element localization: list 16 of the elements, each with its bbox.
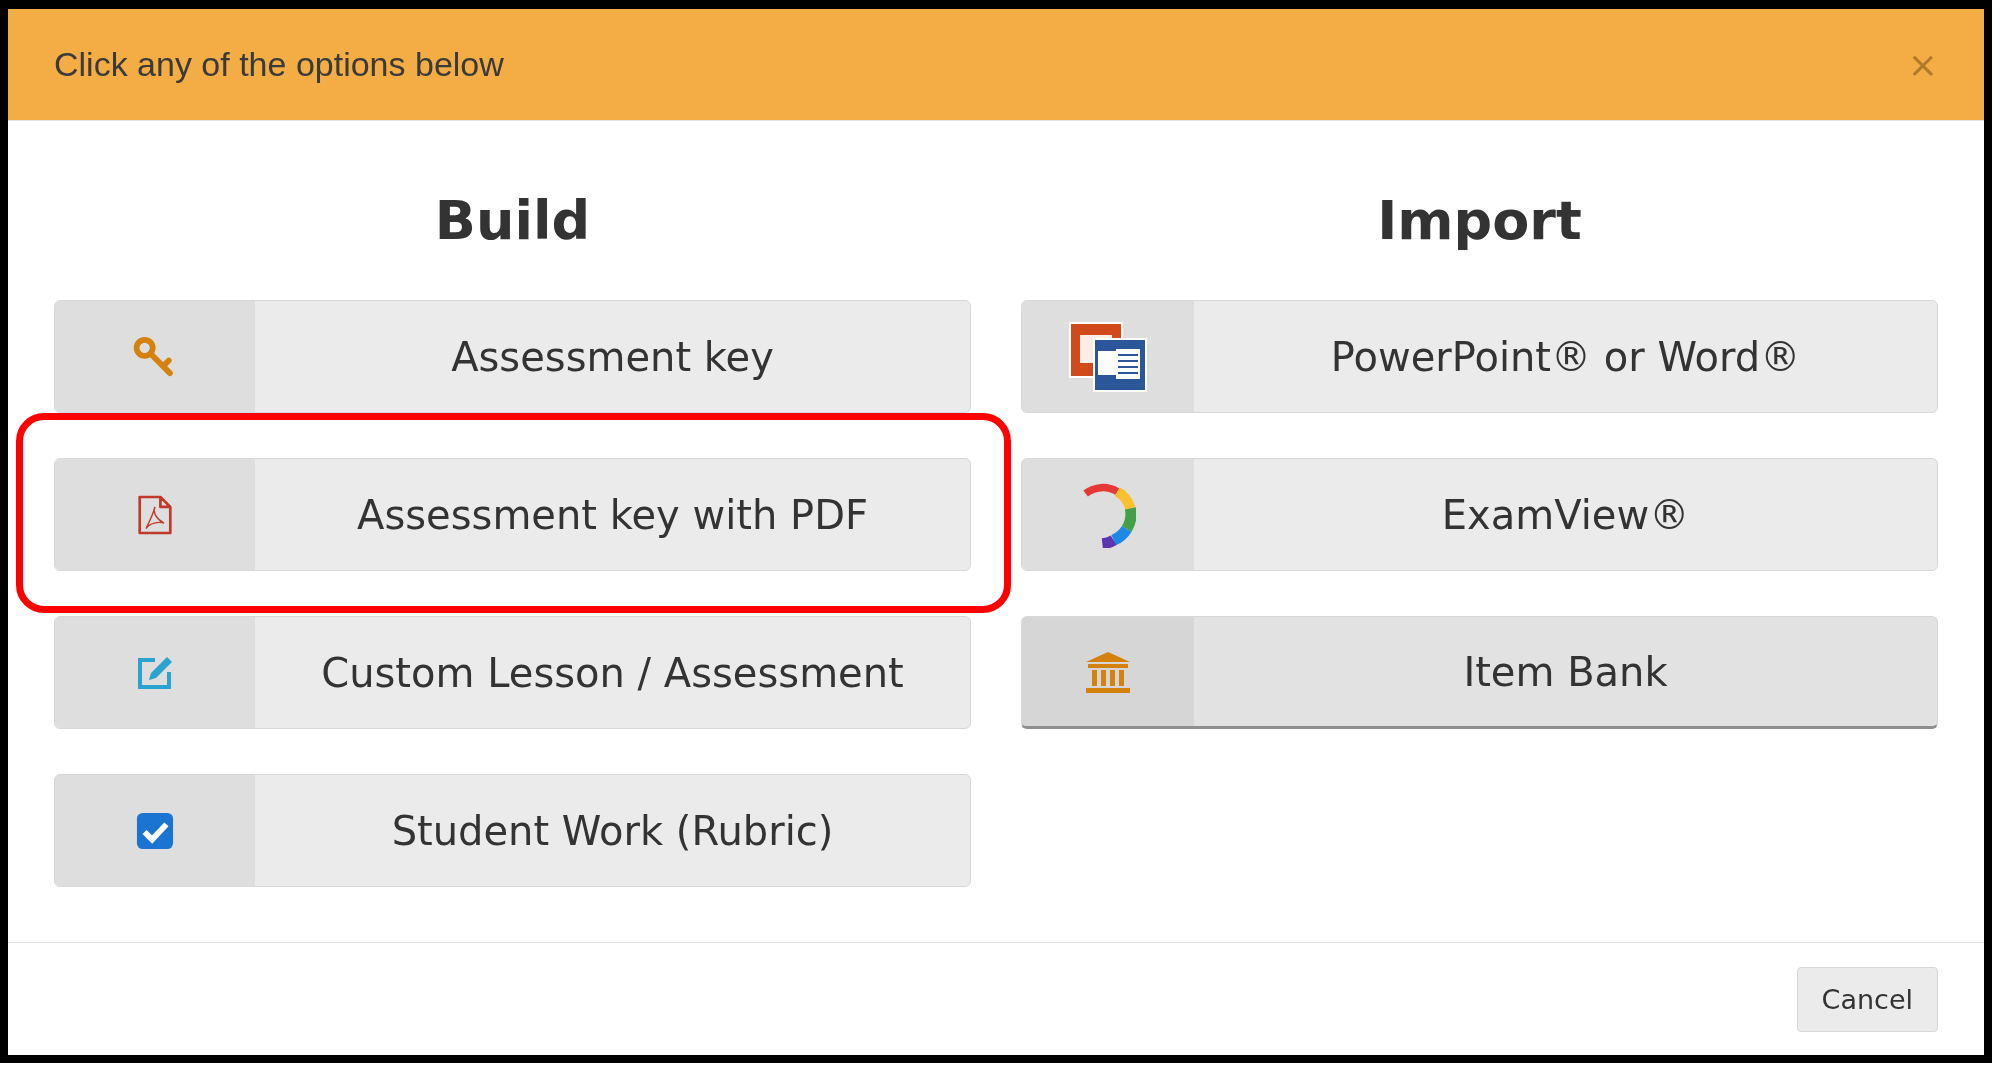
checkbox-icon <box>136 811 174 850</box>
column-heading: Build <box>433 189 592 252</box>
cancel-button[interactable]: Cancel <box>1796 966 1938 1032</box>
option-button[interactable]: PowerPoint® or Word® <box>1021 300 1938 413</box>
rainbow-arc-icon <box>1080 481 1136 548</box>
document-apps-icon <box>1068 320 1148 393</box>
bank-building-icon <box>1084 649 1132 694</box>
option-button[interactable]: Student Work (Rubric) <box>54 774 971 887</box>
option-button[interactable]: Item Bank <box>1021 616 1938 729</box>
option-button[interactable]: Assessment key with PDF <box>54 458 971 571</box>
dialog-title: Click any of the options below <box>54 45 504 84</box>
column-heading: Import <box>1376 189 1583 252</box>
option-button[interactable]: Assessment key <box>54 300 971 413</box>
option-button[interactable]: Custom Lesson / Assessment <box>54 616 971 729</box>
option-button[interactable]: ExamView® <box>1021 458 1938 571</box>
pdf-file-icon <box>137 493 173 536</box>
